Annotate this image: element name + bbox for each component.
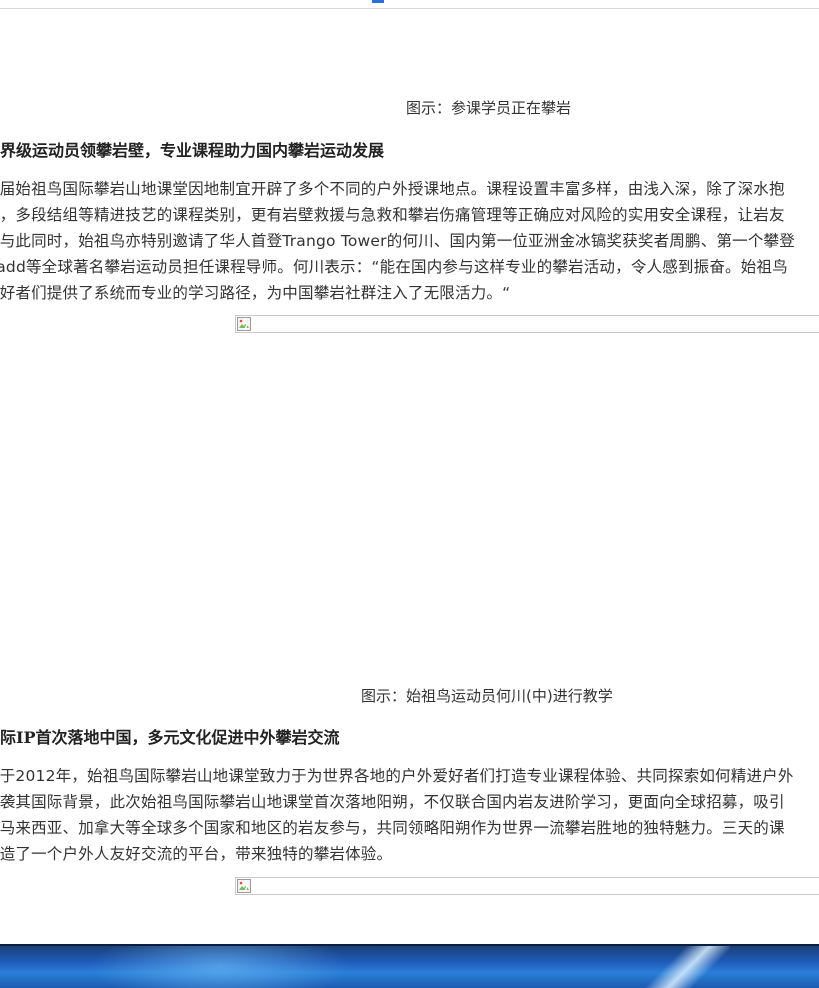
image-caption-1: 图示：参课学员正在攀岩 xyxy=(406,99,572,117)
article-image-1 xyxy=(235,315,819,333)
taskbar-glow xyxy=(90,946,350,988)
paragraph-line: 爱好者们提供了系统而专业的学习路径，为中国攀岩社群注入了无限活力。“ xyxy=(0,284,511,302)
article-image-2 xyxy=(235,877,819,895)
taskbar-highlight xyxy=(640,946,730,988)
broken-image-icon xyxy=(237,879,251,893)
section-heading-1: 世界级运动员领攀岩壁，专业课程助力国内攀岩运动发展 xyxy=(0,141,385,160)
paragraph-line: 、马来西亚、加拿大等全球多个国家和地区的岩友参与，共同领略阳朔作为世界一流攀岩胜… xyxy=(0,819,785,837)
broken-image-icon xyxy=(237,317,251,331)
paragraph-line: 打造了一个户外人友好交流的平台，带来独特的攀岩体验。 xyxy=(0,845,393,863)
paragraph-line: 始于2012年，始祖鸟国际攀岩山地课堂致力于为世界各地的户外爱好者们打造专业课程… xyxy=(0,767,794,785)
paragraph-line: 。与此同时，始祖鸟亦特别邀请了华人首登Trango Tower的何川、国内第一位… xyxy=(0,232,795,250)
image-caption-2: 图示：始祖鸟运动员何川(中)进行教学 xyxy=(361,687,613,705)
top-divider xyxy=(0,8,819,9)
paragraph-line: 沿袭其国际背景，此次始祖鸟国际攀岩山地课堂首次落地阳朔，不仅联合国内岩友进阶学习… xyxy=(0,793,785,811)
article-page: 图示：参课学员正在攀岩 世界级运动员领攀岩壁，专业课程助力国内攀岩运动发展 本届… xyxy=(0,0,819,988)
top-scroll-marker xyxy=(372,0,384,3)
paragraph-line: Gadd等全球著名攀岩运动员担任课程导师。何川表示：“能在国内参与这样专业的攀岩… xyxy=(0,258,788,276)
paragraph-line: 壁，多段结组等精进技艺的课程类别，更有岩壁救援与急救和攀岩伤痛管理等正确应对风险… xyxy=(0,206,785,224)
section-heading-2: 国际IP首次落地中国，多元文化促进中外攀岩交流 xyxy=(0,728,340,747)
taskbar[interactable] xyxy=(0,944,819,988)
paragraph-line: 本届始祖鸟国际攀岩山地课堂因地制宜开辟了多个不同的户外授课地点。课程设置丰富多样… xyxy=(0,180,785,198)
